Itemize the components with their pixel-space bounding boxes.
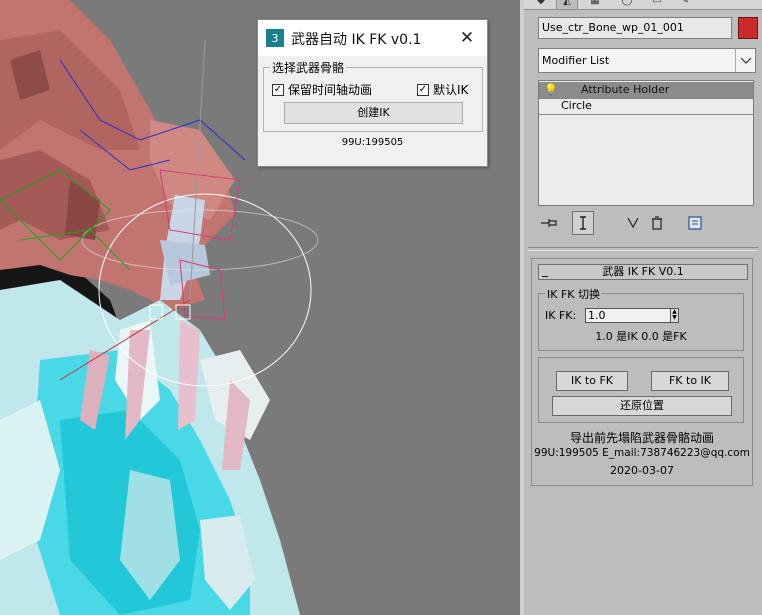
modifier-stack: 💡 Attribute Holder Circle xyxy=(538,80,754,206)
stack-divider xyxy=(539,114,753,115)
ik-fk-switch-group: IK FK 切换 IK FK: 1.0 ▲ ▼ 1.0 是IK 0.0 是FK xyxy=(538,286,744,351)
keep-timeline-anim-checkbox[interactable]: ✓ 保留时间轴动画 xyxy=(272,81,372,98)
spinner-arrows-icon[interactable]: ▲ ▼ xyxy=(670,308,679,323)
show-end-result-icon[interactable] xyxy=(572,211,594,235)
ik-fk-spinner-input[interactable]: 1.0 xyxy=(585,308,671,323)
modifier-list-label: Modifier List xyxy=(542,54,610,67)
checkmark-icon: ✓ xyxy=(272,83,284,96)
close-icon[interactable]: ✕ xyxy=(453,24,481,52)
configure-modifier-sets-icon[interactable] xyxy=(684,211,706,235)
utilities-tab-icon[interactable]: ✎ xyxy=(674,0,696,9)
command-panel-empty-area xyxy=(524,486,762,615)
stack-item-attribute-holder[interactable]: 💡 Attribute Holder xyxy=(539,82,753,98)
collapse-icon: _ xyxy=(542,263,548,277)
checkbox-label: 默认IK xyxy=(433,83,469,97)
default-ik-checkbox[interactable]: ✓ 默认IK xyxy=(417,81,468,98)
export-note: 导出前先塌陷武器骨骼动画 xyxy=(569,431,714,445)
chevron-down-icon xyxy=(735,49,755,72)
checkmark-icon: ✓ xyxy=(417,83,429,96)
fk-to-ik-button[interactable]: FK to IK xyxy=(651,371,729,391)
contact-info: 99U:199505 E_mail:738746223@qq.com xyxy=(534,447,750,459)
modifier-stack-toolbar xyxy=(538,211,718,237)
object-name-field[interactable]: Use_ctr_Bone_wp_01_001 xyxy=(538,17,732,39)
switch-buttons-group: IK to FK FK to IK 还原位置 xyxy=(538,357,744,423)
ik-fk-hint: 1.0 是IK 0.0 是FK xyxy=(595,330,687,343)
object-color-swatch[interactable] xyxy=(738,17,758,39)
panel-divider xyxy=(528,250,758,251)
dialog-titlebar[interactable]: 3 武器自动 IK FK v0.1 ✕ xyxy=(258,20,487,56)
release-date: 2020-03-07 xyxy=(610,464,674,477)
3dsmax-app-icon: 3 xyxy=(266,29,284,47)
command-panel-tabs: ◆ ◭ ▦ ◯ ▭ ✎ xyxy=(524,0,762,10)
weapon-ik-fk-rollout: _ 武器 IK FK V0.1 IK FK 切换 IK FK: 1.0 ▲ ▼ 1… xyxy=(531,258,753,486)
rollout-header[interactable]: _ 武器 IK FK V0.1 xyxy=(538,263,748,280)
spinner-label: IK FK: xyxy=(545,309,577,322)
stack-item-circle[interactable]: Circle xyxy=(539,98,753,114)
weapon-ik-fk-dialog: 3 武器自动 IK FK v0.1 ✕ 选择武器骨骼 ✓ 保留时间轴动画 ✓ 默… xyxy=(257,19,488,167)
make-unique-icon[interactable] xyxy=(622,211,644,235)
rollout-title: 武器 IK FK V0.1 xyxy=(602,265,684,278)
group-label: IK FK 切换 xyxy=(545,286,602,302)
dialog-footer: 99U:199505 xyxy=(341,137,404,148)
create-ik-button[interactable]: 创建IK xyxy=(284,102,463,124)
dialog-title: 武器自动 IK FK v0.1 xyxy=(291,32,422,48)
panel-divider xyxy=(528,247,758,248)
motion-tab-icon[interactable]: ◯ xyxy=(616,0,638,9)
create-tab-icon[interactable]: ◆ xyxy=(530,0,552,9)
display-tab-icon[interactable]: ▭ xyxy=(646,0,668,9)
stack-item-label: Attribute Holder xyxy=(581,83,670,96)
restore-position-button[interactable]: 还原位置 xyxy=(552,396,732,416)
checkbox-label: 保留时间轴动画 xyxy=(288,83,373,97)
modifier-list-dropdown[interactable]: Modifier List xyxy=(538,48,756,73)
ik-to-fk-button[interactable]: IK to FK xyxy=(556,371,628,391)
hierarchy-tab-icon[interactable]: ▦ xyxy=(584,0,606,9)
svg-text:3: 3 xyxy=(272,32,279,45)
remove-modifier-icon[interactable] xyxy=(646,211,668,235)
pin-stack-icon[interactable] xyxy=(538,211,560,235)
select-weapon-bone-group: 选择武器骨骼 ✓ 保留时间轴动画 ✓ 默认IK 创建IK xyxy=(263,59,483,132)
group-label: 选择武器骨骼 xyxy=(270,59,347,76)
modify-tab-icon[interactable]: ◭ xyxy=(556,0,578,9)
lightbulb-icon[interactable]: 💡 xyxy=(544,82,558,98)
stack-item-label: Circle xyxy=(561,99,592,112)
